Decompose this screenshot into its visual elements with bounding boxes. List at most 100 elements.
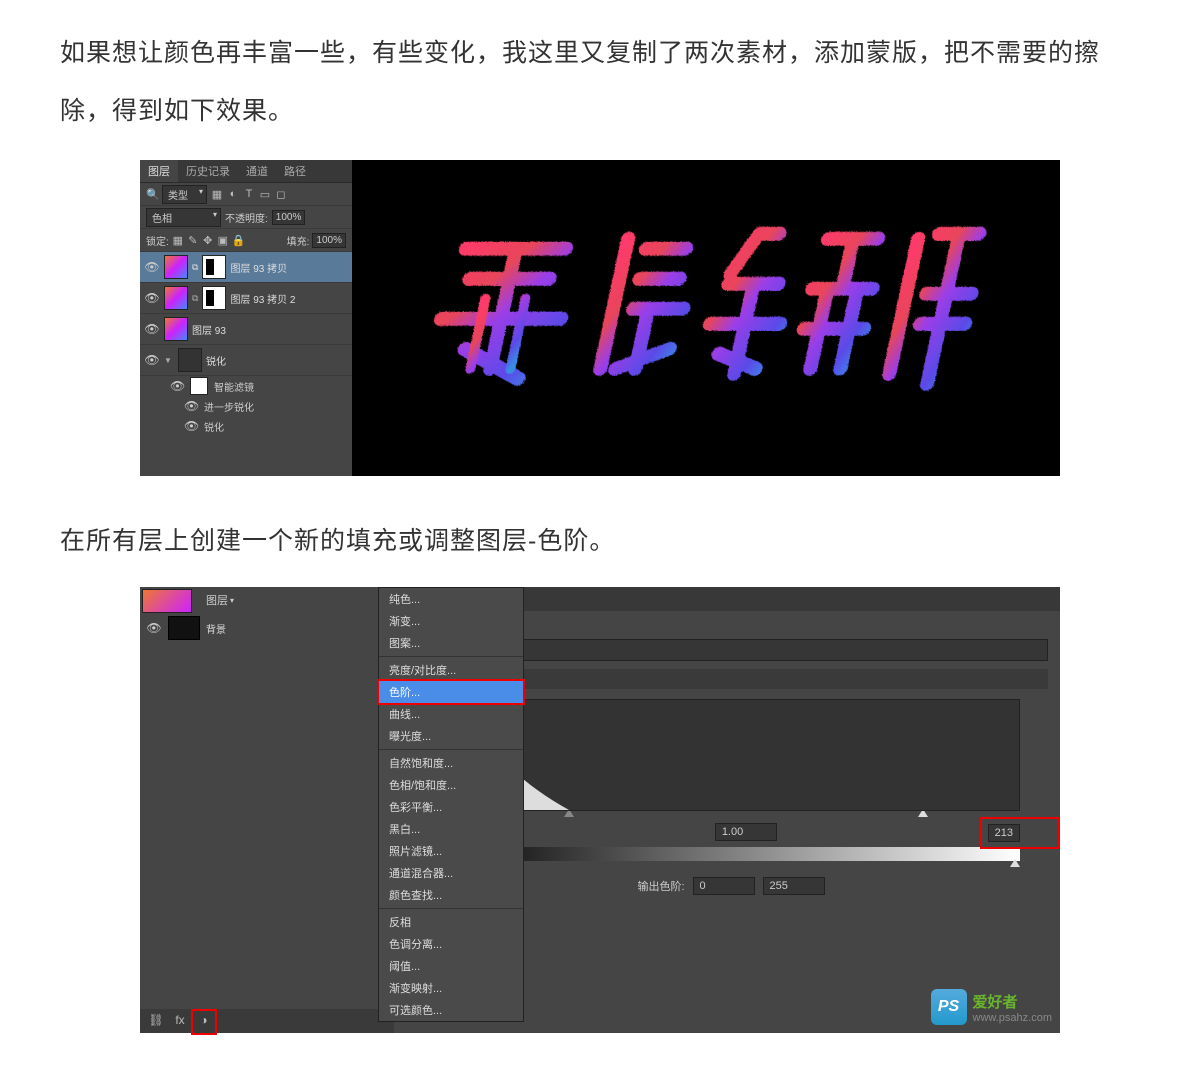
menu-item[interactable]: 曝光度... xyxy=(379,725,523,747)
adjustment-menu: 纯色... 渐变... 图案... 亮度/对比度... 色阶... 曲线... … xyxy=(378,587,524,1022)
parent-thumbnail xyxy=(142,589,192,613)
menu-item[interactable]: 黑白... xyxy=(379,818,523,840)
menu-item[interactable]: 纯色... xyxy=(379,588,523,610)
red-highlight-box xyxy=(980,817,1060,849)
input-values: 0 1.00 213 xyxy=(442,823,1020,841)
watermark-url: www.psahz.com xyxy=(973,1012,1052,1024)
bg-layer-name: 背景 xyxy=(206,621,226,636)
mask-thumbnail xyxy=(202,255,226,279)
layer-row[interactable]: 👁 ▼ 锐化 xyxy=(140,345,352,376)
opacity-value[interactable]: 100% xyxy=(272,210,306,225)
bg-thumbnail xyxy=(168,616,200,640)
menu-item[interactable]: 亮度/对比度... xyxy=(379,659,523,681)
visibility-icon[interactable]: 👁 xyxy=(144,322,160,336)
output-label: 输出色阶: xyxy=(637,878,684,894)
output-white-input[interactable]: 255 xyxy=(763,877,825,895)
menu-item[interactable]: 颜色查找... xyxy=(379,884,523,906)
search-icon: 🔍 xyxy=(146,188,158,200)
histogram[interactable] xyxy=(442,699,1020,811)
screenshot-1: 图层 历史记录 通道 路径 🔍 类型 ▦ ◐ T ▭ ◻ 色相 不透明度: 10… xyxy=(140,160,1060,476)
layer-row[interactable]: 👁 图层 93 xyxy=(140,314,352,345)
shape-filter-icon[interactable]: ▭ xyxy=(259,188,271,200)
link-icon[interactable]: ⛓ xyxy=(148,1013,164,1029)
output-black-input[interactable]: 0 xyxy=(693,877,755,895)
adjust-filter-icon[interactable]: ◐ xyxy=(227,188,239,200)
layer-row[interactable]: 👁 ⧉ 图层 93 拷贝 2 xyxy=(140,283,352,314)
instruction-text-2: 在所有层上创建一个新的填充或调整图层-色阶。 xyxy=(0,476,1200,557)
visibility-icon[interactable]: 👁 xyxy=(144,291,160,305)
menu-item[interactable]: 色彩平衡... xyxy=(379,796,523,818)
filter-name: 锐化 xyxy=(204,419,224,434)
menu-item[interactable]: 自然饱和度... xyxy=(379,752,523,774)
tab-layers[interactable]: 图层 xyxy=(140,160,178,182)
fill-value[interactable]: 100% xyxy=(312,233,346,248)
tab-history[interactable]: 历史记录 xyxy=(178,160,238,182)
filter-row: 🔍 类型 ▦ ◐ T ▭ ◻ xyxy=(140,183,352,206)
smart-filter-icon[interactable]: ◻ xyxy=(275,188,287,200)
layer-row[interactable]: 👁 ⧉ 图层 93 拷贝 xyxy=(140,252,352,283)
left-header: 图层▾ xyxy=(140,587,378,613)
menu-item[interactable]: 图案... xyxy=(379,632,523,654)
menu-item[interactable]: 反相 xyxy=(379,911,523,933)
lock-brush-icon[interactable]: ✎ xyxy=(187,234,199,246)
layer-name: 图层 93 拷贝 xyxy=(230,260,287,275)
background-layer-row[interactable]: 👁 背景 xyxy=(140,613,378,643)
visibility-icon[interactable]: 👁 xyxy=(170,379,184,393)
menu-item[interactable]: 渐变映射... xyxy=(379,977,523,999)
canvas-artwork xyxy=(352,160,1060,476)
menu-item[interactable]: 可选颜色... xyxy=(379,999,523,1021)
visibility-icon[interactable]: 👁 xyxy=(144,353,160,367)
text-filter-icon[interactable]: T xyxy=(243,188,255,200)
menu-item[interactable]: 色调分离... xyxy=(379,933,523,955)
lock-pixels-icon[interactable]: ▦ xyxy=(172,234,184,246)
opacity-label: 不透明度: xyxy=(225,210,268,225)
type-select[interactable]: 类型 xyxy=(162,185,207,204)
layer-thumbnail xyxy=(164,255,188,279)
watermark-title: 爱好者 xyxy=(973,991,1052,1012)
menu-item[interactable]: 色相/饱和度... xyxy=(379,774,523,796)
panel-tabs: 图层 历史记录 通道 路径 xyxy=(140,160,352,183)
tab-paths[interactable]: 路径 xyxy=(276,160,314,182)
expand-icon[interactable]: ▼ xyxy=(164,356,174,365)
blend-mode-select[interactable]: 色相 xyxy=(146,208,221,227)
layer-name: 图层 93 拷贝 2 xyxy=(230,291,295,306)
menu-item[interactable]: 阈值... xyxy=(379,955,523,977)
histogram-area: ✎ ✎ ✎ 📊 ⚠ 0 1.00 213 xyxy=(442,699,1020,895)
lock-all-icon[interactable]: 🔒 xyxy=(232,234,244,246)
menu-item-levels[interactable]: 色阶... xyxy=(379,681,523,703)
menu-item[interactable]: 渐变... xyxy=(379,610,523,632)
menu-item[interactable]: 照片滤镜... xyxy=(379,840,523,862)
adjustment-layer-icon[interactable]: ◑ xyxy=(196,1013,212,1029)
filter-item[interactable]: 👁 锐化 xyxy=(140,416,352,436)
menu-item[interactable]: 通道混合器... xyxy=(379,862,523,884)
layers-list: 👁 ⧉ 图层 93 拷贝 👁 ⧉ 图层 93 拷贝 2 👁 图层 93 👁 xyxy=(140,252,352,476)
visibility-icon[interactable]: 👁 xyxy=(144,260,160,274)
tab-channels[interactable]: 通道 xyxy=(238,160,276,182)
midtones-input[interactable]: 1.00 xyxy=(715,823,777,841)
layer-thumbnail xyxy=(164,286,188,310)
layers-panel: 图层 历史记录 通道 路径 🔍 类型 ▦ ◐ T ▭ ◻ 色相 不透明度: 10… xyxy=(140,160,352,476)
visibility-icon[interactable]: 👁 xyxy=(184,419,198,433)
watermark-logo: PS xyxy=(931,989,967,1025)
fill-label: 填充: xyxy=(287,233,310,248)
lock-artboard-icon[interactable]: ▣ xyxy=(217,234,229,246)
layers-tab[interactable]: 图层▾ xyxy=(198,587,378,613)
output-white-slider[interactable] xyxy=(1010,859,1020,867)
output-row: 输出色阶: 0 255 xyxy=(442,877,1020,895)
mask-thumbnail xyxy=(202,286,226,310)
fx-icon[interactable]: fx xyxy=(172,1013,188,1029)
menu-separator xyxy=(379,749,523,750)
link-icon: ⧉ xyxy=(192,293,198,304)
filter-item[interactable]: 👁 进一步锐化 xyxy=(140,396,352,416)
visibility-icon[interactable]: 👁 xyxy=(146,621,162,635)
layer-thumbnail xyxy=(178,348,202,372)
lock-move-icon[interactable]: ✥ xyxy=(202,234,214,246)
layer-name: 锐化 xyxy=(206,353,226,368)
visibility-icon[interactable]: 👁 xyxy=(184,399,198,413)
menu-item[interactable]: 曲线... xyxy=(379,703,523,725)
image-filter-icon[interactable]: ▦ xyxy=(211,188,223,200)
smart-filters-label: 智能滤镜 xyxy=(214,379,254,394)
menu-separator xyxy=(379,656,523,657)
instruction-text-1: 如果想让颜色再丰富一些，有些变化，我这里又复制了两次素材，添加蒙版，把不需要的擦… xyxy=(0,0,1200,140)
smart-filters-header: 👁 智能滤镜 xyxy=(140,376,352,396)
